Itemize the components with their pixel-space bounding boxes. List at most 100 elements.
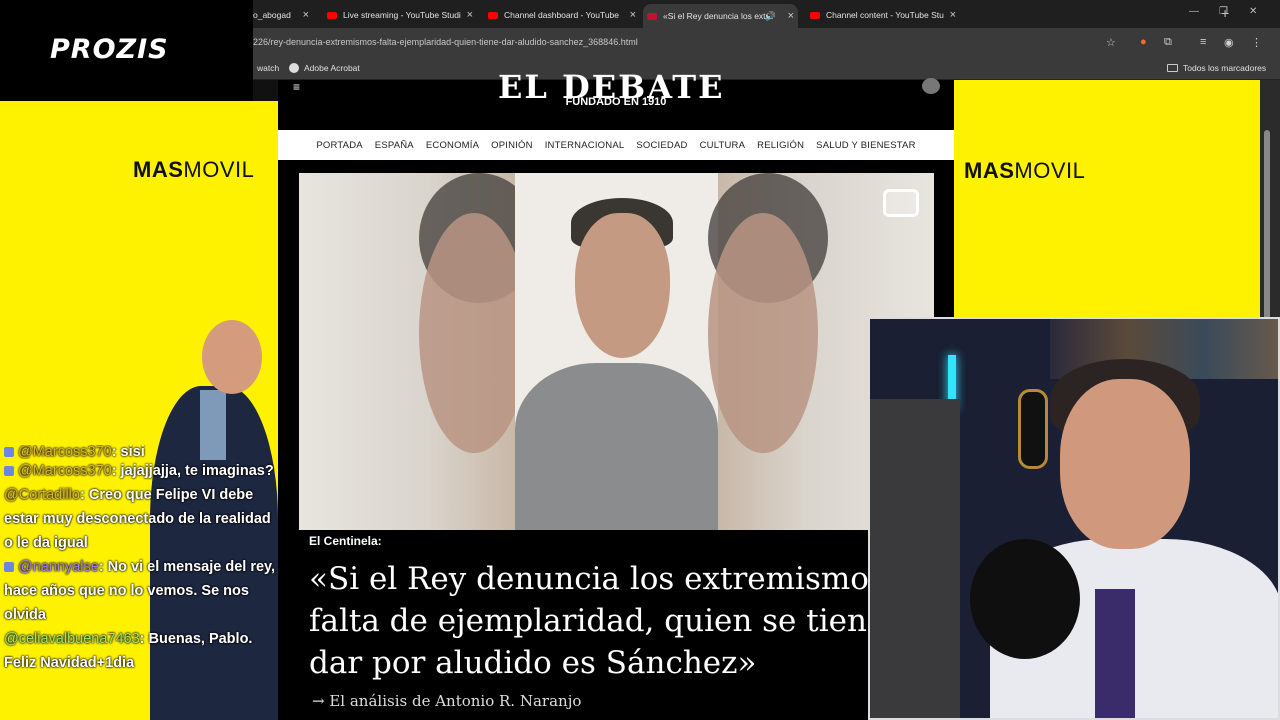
headset-icon	[1018, 389, 1048, 469]
nav-portada[interactable]: PORTADA	[316, 140, 362, 151]
all-bookmarks-label: Todos los marcadores	[1183, 63, 1267, 73]
prozis-logo: PROZIS	[50, 34, 169, 65]
nav-economia[interactable]: ECONOMÍA	[426, 140, 479, 151]
nav-opinion[interactable]: OPINIÓN	[491, 140, 533, 151]
background-jacket	[870, 399, 960, 718]
speaker-torso	[515, 363, 718, 530]
tab-label: «Si el Rey denuncia los extr	[663, 11, 769, 21]
browser-tab-strip: o_abogad × Live streaming - YouTube Stud…	[253, 0, 1280, 28]
article-kicker: El Centinela:	[309, 534, 382, 548]
close-icon[interactable]: ×	[303, 9, 309, 21]
adobe-acrobat-icon	[289, 63, 299, 73]
nav-espana[interactable]: ESPAÑA	[375, 140, 414, 151]
chat-username: @Marcoss370	[18, 463, 112, 479]
bookmarks-bar: watch Adobe Acrobat Todos los marcadores	[253, 58, 1280, 80]
extension-icon[interactable]: ●	[1140, 36, 1147, 48]
chat-text: : jajajjajja, te imaginas?	[111, 463, 274, 479]
bookmark-label: Adobe Acrobat	[304, 63, 360, 73]
tab-el-debate-article[interactable]: «Si el Rey denuncia los extr 🔊 ×	[643, 4, 798, 28]
brand-bold: MAS	[964, 158, 1015, 183]
article-headline[interactable]: «Si el Rey denuncia los extremismos y fa…	[309, 558, 913, 684]
tab-label: Channel dashboard - YouTube	[504, 10, 619, 20]
tab-label: Live streaming - YouTube Studi	[343, 10, 461, 20]
nav-sociedad[interactable]: SOCIEDAD	[636, 140, 687, 151]
masmovil-logo: MASMOVIL	[964, 158, 1085, 184]
youtube-icon	[327, 11, 337, 19]
scrollbar-thumb[interactable]	[1264, 130, 1270, 330]
youtube-icon	[810, 11, 820, 19]
window-close-icon[interactable]: ✕	[1249, 6, 1257, 17]
blurred-face	[419, 213, 529, 453]
masmovil-logo: MASMOVIL	[133, 157, 254, 183]
chat-message: @celiavalbuena7463: Buenas, Pablo. Feliz…	[0, 627, 278, 675]
close-icon[interactable]: ×	[630, 9, 636, 21]
blurred-face	[708, 213, 818, 453]
user-avatar-icon[interactable]	[922, 78, 940, 94]
headline-line: dar por aludido es Sánchez»	[309, 645, 757, 681]
menu-icon[interactable]: ≡	[293, 80, 300, 94]
chat-username: @Cortadillo	[4, 487, 80, 503]
microphone	[970, 539, 1080, 659]
chat-badge-icon	[4, 562, 14, 573]
tab-channel-dashboard[interactable]: Channel dashboard - YouTube ×	[488, 4, 636, 26]
youtube-icon	[488, 11, 498, 19]
nav-salud[interactable]: SALUD Y BIENESTAR	[816, 140, 916, 151]
tab-label: o_abogad	[253, 10, 291, 20]
nav-internacional[interactable]: INTERNACIONAL	[545, 140, 625, 151]
brand-rest: MOVIL	[1014, 158, 1086, 183]
tab-channel-content[interactable]: Channel content - YouTube Stu ×	[810, 4, 956, 26]
stream-layout: o_abogad × Live streaming - YouTube Stud…	[0, 0, 1280, 720]
browser-menu-icon[interactable]: ⋮	[1251, 36, 1262, 49]
chat-badge-icon	[4, 447, 14, 458]
maximize-icon[interactable]: ❐	[1219, 6, 1228, 17]
address-bar-row: 226/rey-denuncia-extremismos-falta-ejemp…	[253, 28, 1280, 58]
bookmark-watch[interactable]: watch	[257, 63, 279, 73]
brand-bold: MAS	[133, 157, 184, 182]
site-tagline: FUNDADO EN 1910	[565, 96, 667, 108]
chat-badge-icon	[4, 466, 14, 477]
all-bookmarks-folder[interactable]: Todos los marcadores	[1167, 63, 1266, 73]
chat-message: @Marcoss370: jajajjajja, te imaginas?	[0, 459, 278, 483]
site-masthead: ≡ EL DEBATE FUNDADO EN 1910	[278, 68, 954, 130]
close-icon[interactable]: ×	[950, 9, 956, 21]
close-icon[interactable]: ×	[467, 9, 473, 21]
streamer-tie	[1095, 589, 1135, 718]
tab-abogado[interactable]: o_abogad ×	[253, 4, 309, 26]
profile-avatar-icon[interactable]: ◉	[1224, 36, 1234, 49]
chat-message: @Cortadillo: Creo que Felipe VI debe est…	[0, 483, 278, 555]
chat-message: @nannyalse: No vi el mensaje del rey, ha…	[0, 555, 278, 627]
article-byline[interactable]: → El análisis de Antonio R. Naranjo	[312, 692, 581, 710]
chat-username: @celiavalbuena7463	[4, 631, 140, 647]
blurred-left-panel	[299, 173, 539, 530]
site-nav: PORTADA ESPAÑA ECONOMÍA OPINIÓN INTERNAC…	[278, 130, 954, 160]
chat-text: : sisi	[111, 445, 145, 459]
el-debate-watermark-icon	[883, 189, 919, 217]
media-control-icon[interactable]: ≡	[1200, 36, 1206, 48]
video-center-panel	[515, 173, 718, 530]
close-icon[interactable]: ×	[788, 10, 794, 22]
sponsor-logo-block: PROZIS	[0, 0, 253, 101]
chat-username: @Marcoss370	[18, 445, 112, 459]
headline-line: falta de ejemplaridad, quien se tiene c	[309, 603, 913, 639]
chat-message: @Marcoss370: sisi	[0, 445, 278, 459]
article-video-thumbnail[interactable]	[299, 173, 934, 530]
extensions-puzzle-icon[interactable]: ⧉	[1164, 36, 1172, 49]
bookmark-adobe-acrobat[interactable]: Adobe Acrobat	[289, 63, 360, 73]
tab-label: Channel content - YouTube Stu	[826, 10, 944, 20]
url-field[interactable]: 226/rey-denuncia-extremismos-falta-ejemp…	[253, 37, 638, 47]
chat-username: @nannyalse	[18, 559, 99, 575]
tab-live-streaming[interactable]: Live streaming - YouTube Studi ×	[327, 4, 473, 26]
byline-text: El análisis de Antonio R. Naranjo	[329, 692, 582, 710]
nav-cultura[interactable]: CULTURA	[700, 140, 746, 151]
minimize-icon[interactable]: —	[1189, 6, 1199, 17]
folder-icon	[1167, 64, 1178, 72]
arrow-icon: →	[312, 692, 330, 710]
bookmark-star-icon[interactable]: ☆	[1106, 36, 1116, 49]
streamer-face	[1060, 379, 1190, 549]
presenter-face	[202, 320, 262, 394]
live-chat-overlay: @Marcoss370: sisi @Marcoss370: jajajjajj…	[0, 445, 278, 675]
speaker-icon[interactable]: 🔊	[765, 11, 776, 22]
el-debate-favicon	[647, 12, 657, 20]
article-page: ≡ EL DEBATE FUNDADO EN 1910 PORTADA ESPA…	[278, 68, 954, 720]
nav-religion[interactable]: RELIGIÓN	[757, 140, 804, 151]
